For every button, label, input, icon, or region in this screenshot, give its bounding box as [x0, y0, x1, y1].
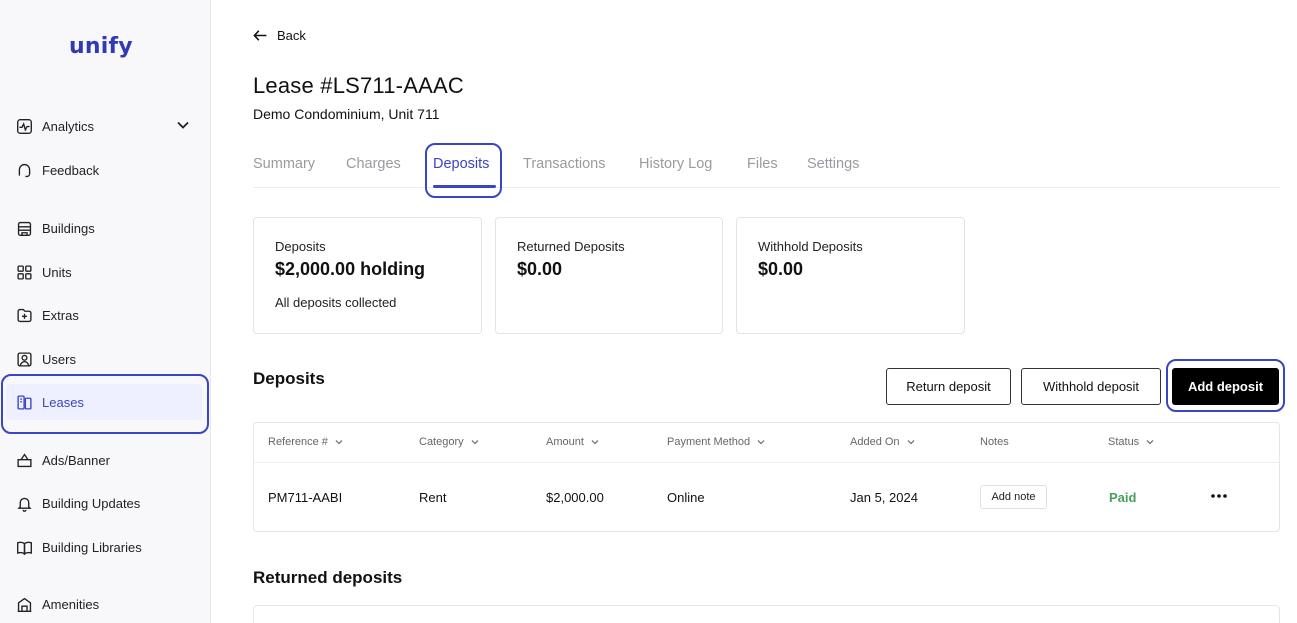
status-badge: Paid: [1109, 490, 1137, 505]
feedback-icon: [15, 161, 33, 179]
sidebar-item-building-updates[interactable]: Building Updates: [0, 488, 211, 518]
bell-icon: [15, 494, 33, 512]
page-subtitle: Demo Condominium, Unit 711: [253, 106, 440, 122]
deposits-table: Reference # Category Amount Payment Meth…: [253, 422, 1280, 532]
withhold-deposits-card: Withhold Deposits $0.00: [736, 217, 965, 334]
extras-icon: [15, 306, 33, 324]
cell-amount: $2,000.00: [546, 490, 604, 505]
column-header-reference[interactable]: Reference #: [268, 436, 344, 448]
sidebar-item-label: Ads/Banner: [42, 452, 110, 468]
book-icon: [15, 538, 33, 556]
column-header-payment-method[interactable]: Payment Method: [667, 436, 766, 448]
column-label: Amount: [546, 436, 584, 448]
cell-added-on: Jan 5, 2024: [850, 490, 918, 505]
column-header-category[interactable]: Category: [419, 436, 480, 448]
column-header-added-on[interactable]: Added On: [850, 436, 916, 448]
tab-files[interactable]: Files: [747, 156, 778, 172]
returned-deposits-title: Returned deposits: [253, 568, 403, 587]
sidebar-item-amenities[interactable]: Amenities: [0, 589, 211, 619]
return-deposit-button[interactable]: Return deposit: [886, 368, 1011, 405]
deposits-summary-card: Deposits $2,000.00 holding All deposits …: [253, 217, 482, 334]
card-note: All deposits collected: [275, 295, 397, 310]
app-logo[interactable]: unify: [69, 34, 133, 59]
card-label: Withhold Deposits: [758, 239, 863, 254]
amenities-icon: [15, 595, 33, 613]
cell-payment-method: Online: [667, 490, 705, 505]
card-label: Returned Deposits: [517, 239, 625, 254]
chevron-down-icon: [757, 440, 765, 445]
sidebar-item-label: Analytics: [42, 118, 95, 134]
arrow-left-icon: [253, 30, 267, 41]
sidebar-item-building-libraries[interactable]: Building Libraries: [0, 532, 211, 562]
chevron-down-icon[interactable]: [175, 117, 191, 133]
card-value: $0.00: [758, 259, 804, 279]
cell-reference: PM711-AABI: [268, 490, 343, 505]
tab-bar: Summary Charges Deposits Transactions Hi…: [253, 150, 1280, 188]
card-value: $2,000.00 holding: [275, 259, 426, 279]
withhold-deposit-button[interactable]: Withhold deposit: [1021, 368, 1161, 405]
card-value: $0.00: [517, 259, 563, 279]
leases-icon: [15, 393, 33, 411]
sidebar-item-label: Extras: [42, 307, 79, 323]
sidebar-item-label: Amenities: [42, 596, 100, 612]
column-label: Added On: [850, 436, 900, 448]
sidebar-item-label: Buildings: [42, 220, 95, 236]
tab-transactions[interactable]: Transactions: [523, 156, 605, 172]
chevron-down-icon: [335, 440, 343, 445]
column-label: Payment Method: [667, 436, 751, 448]
column-label: Reference #: [268, 436, 328, 448]
sidebar-item-label: Units: [42, 264, 72, 280]
sidebar-item-label: Leases: [42, 394, 84, 410]
page-title: Lease #LS711-AAAC: [253, 73, 464, 98]
tab-summary[interactable]: Summary: [253, 156, 315, 172]
chevron-down-icon: [591, 440, 599, 445]
sidebar: unify Analytics Feedback Buildings Units…: [0, 0, 211, 623]
sidebar-item-users[interactable]: Users: [0, 344, 211, 374]
sidebar-item-extras[interactable]: Extras: [0, 300, 211, 330]
sidebar-item-buildings[interactable]: Buildings: [0, 213, 211, 243]
deposits-section-title: Deposits: [253, 369, 325, 388]
column-label: Status: [1108, 436, 1140, 448]
card-label: Deposits: [275, 239, 326, 254]
back-link[interactable]: Back: [252, 27, 306, 44]
returned-deposits-table: [253, 605, 1280, 623]
analytics-icon: [15, 117, 33, 135]
active-tab-highlight: [425, 143, 502, 198]
header-divider: [254, 462, 1279, 463]
add-note-button[interactable]: Add note: [980, 485, 1047, 509]
returned-deposits-card: Returned Deposits $0.00: [495, 217, 723, 334]
chevron-down-icon: [471, 440, 479, 445]
column-header-amount[interactable]: Amount: [546, 436, 600, 448]
sidebar-item-label: Users: [42, 351, 76, 367]
sidebar-item-ads-banner[interactable]: Ads/Banner: [0, 445, 211, 475]
sidebar-item-feedback[interactable]: Feedback: [0, 155, 211, 185]
tab-charges[interactable]: Charges: [346, 156, 401, 172]
tab-settings[interactable]: Settings: [807, 156, 859, 172]
cell-category: Rent: [419, 490, 447, 505]
units-icon: [15, 263, 33, 281]
chevron-down-icon: [1146, 440, 1154, 445]
sidebar-item-label: Building Libraries: [42, 539, 142, 555]
chevron-down-icon: [907, 440, 915, 445]
sidebar-item-label: Building Updates: [42, 495, 141, 511]
ads-icon: [15, 451, 33, 469]
buildings-icon: [15, 219, 33, 237]
column-label: Notes: [980, 436, 1009, 448]
sidebar-item-leases[interactable]: Leases: [0, 387, 211, 417]
sidebar-item-analytics[interactable]: Analytics: [0, 111, 211, 141]
more-options-icon[interactable]: [1210, 489, 1228, 503]
back-label: Back: [277, 28, 306, 43]
column-header-notes: Notes: [980, 436, 1009, 448]
tab-history-log[interactable]: History Log: [639, 156, 712, 172]
users-icon: [15, 350, 33, 368]
sidebar-item-units[interactable]: Units: [0, 257, 211, 287]
sidebar-item-label: Feedback: [42, 162, 100, 178]
column-header-status[interactable]: Status: [1108, 436, 1155, 448]
column-label: Category: [419, 436, 464, 448]
add-deposit-highlight: [1166, 359, 1285, 412]
